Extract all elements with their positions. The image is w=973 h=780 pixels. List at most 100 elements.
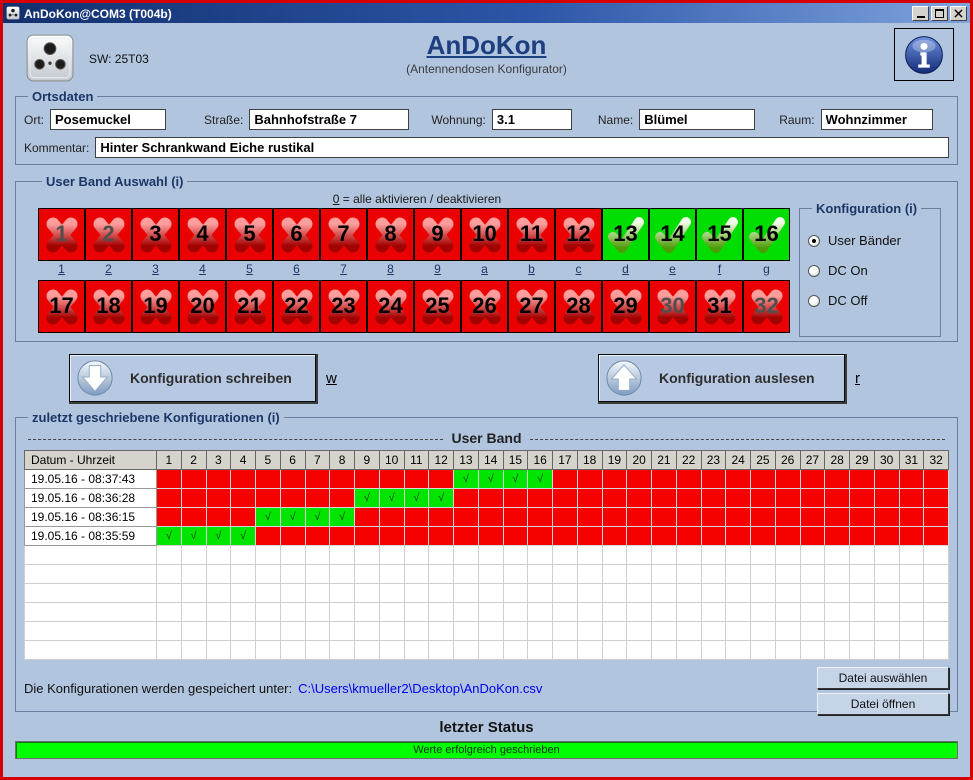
userband-button-number: 18 [86, 294, 131, 316]
userband-button-31[interactable]: 31 [696, 280, 743, 333]
empty-cell [899, 565, 924, 584]
name-field[interactable] [639, 109, 755, 130]
userband-button-7[interactable]: 7 [320, 208, 367, 261]
configuration-history-table: Datum - Uhrzeit1234567891011121314151617… [24, 450, 949, 660]
wohnung-field[interactable] [492, 109, 572, 130]
empty-cell [454, 603, 479, 622]
empty-cell [874, 622, 899, 641]
userband-button-8[interactable]: 8 [367, 208, 414, 261]
strasse-field[interactable] [249, 109, 409, 130]
userband-button-30[interactable]: 30 [649, 280, 696, 333]
band-cell-inactive [429, 508, 454, 527]
userband-button-19[interactable]: 19 [132, 280, 179, 333]
radio-option-dc-off[interactable]: DC Off [808, 293, 932, 308]
userband-button-9[interactable]: 9 [414, 208, 461, 261]
userband-button-number: 11 [509, 222, 554, 244]
userband-button-27[interactable]: 27 [508, 280, 555, 333]
userband-button-2[interactable]: 2 [85, 208, 132, 261]
userband-button-29[interactable]: 29 [602, 280, 649, 333]
userband-button-21[interactable]: 21 [226, 280, 273, 333]
band-cell-inactive [305, 489, 330, 508]
band-cell-inactive [602, 527, 627, 546]
userband-button-4[interactable]: 4 [179, 208, 226, 261]
radio-icon[interactable] [808, 265, 820, 277]
empty-cell [25, 584, 157, 603]
userband-button-28[interactable]: 28 [555, 280, 602, 333]
userband-button-20[interactable]: 20 [179, 280, 226, 333]
strasse-label: Straße: [204, 113, 243, 127]
column-header-6: 6 [280, 451, 305, 470]
userband-button-23[interactable]: 23 [320, 280, 367, 333]
userband-button-13[interactable]: 13 [602, 208, 649, 261]
empty-cell [503, 584, 528, 603]
userband-button-5[interactable]: 5 [226, 208, 273, 261]
history-datetime: 19.05.16 - 08:35:59 [25, 527, 157, 546]
title-bar: AnDoKon@COM3 (T004b) [3, 3, 970, 23]
empty-cell [553, 584, 578, 603]
empty-cell [726, 584, 751, 603]
empty-cell [503, 641, 528, 660]
radio-icon[interactable] [808, 295, 820, 307]
band-cell-active: √ [330, 508, 355, 527]
band-cell-inactive [503, 508, 528, 527]
empty-cell [652, 641, 677, 660]
userband-button-17[interactable]: 17 [38, 280, 85, 333]
radio-option-dc-on[interactable]: DC On [808, 263, 932, 278]
kommentar-field[interactable] [95, 137, 949, 158]
ortsdaten-legend: Ortsdaten [28, 89, 97, 104]
userband-button-number: 32 [744, 294, 789, 316]
userband-button-16[interactable]: 16 [743, 208, 790, 261]
userband-row-2: 17181920212223242526272829303132 [38, 280, 796, 333]
read-configuration-button[interactable]: Konfiguration auslesen [598, 354, 845, 402]
band-cell-inactive [800, 508, 825, 527]
userband-button-12[interactable]: 12 [555, 208, 602, 261]
empty-cell [676, 584, 701, 603]
band-cell-inactive [627, 527, 652, 546]
radio-icon[interactable] [808, 235, 820, 247]
band-cell-inactive [528, 527, 553, 546]
empty-cell [231, 565, 256, 584]
band-cell-inactive [775, 489, 800, 508]
write-configuration-label: Konfiguration schreiben [130, 370, 292, 386]
userband-button-24[interactable]: 24 [367, 280, 414, 333]
empty-cell [305, 584, 330, 603]
column-header-3: 3 [206, 451, 231, 470]
select-file-button[interactable]: Datei auswählen [817, 667, 949, 689]
radio-option-user-b-nder[interactable]: User Bänder [808, 233, 932, 248]
userband-row-1: 12345678910111213141516 [38, 208, 796, 261]
userband-button-18[interactable]: 18 [85, 280, 132, 333]
maximize-button[interactable] [931, 6, 948, 21]
userband-button-10[interactable]: 10 [461, 208, 508, 261]
empty-cell [256, 622, 281, 641]
band-cell-inactive [652, 508, 677, 527]
empty-cell [429, 641, 454, 660]
info-button[interactable] [894, 28, 954, 81]
userband-button-1[interactable]: 1 [38, 208, 85, 261]
open-file-button[interactable]: Datei öffnen [817, 693, 949, 715]
userband-button-22[interactable]: 22 [273, 280, 320, 333]
empty-cell [899, 641, 924, 660]
userband-button-32[interactable]: 32 [743, 280, 790, 333]
userband-button-11[interactable]: 11 [508, 208, 555, 261]
band-cell-inactive [454, 508, 479, 527]
column-header-18: 18 [577, 451, 602, 470]
userband-button-25[interactable]: 25 [414, 280, 461, 333]
column-header-25: 25 [751, 451, 776, 470]
write-configuration-button[interactable]: Konfiguration schreiben [69, 354, 316, 402]
empty-cell [924, 546, 949, 565]
empty-cell [553, 641, 578, 660]
ort-field[interactable] [50, 109, 166, 130]
userband-button-6[interactable]: 6 [273, 208, 320, 261]
empty-cell [355, 622, 380, 641]
userband-button-14[interactable]: 14 [649, 208, 696, 261]
close-button[interactable] [950, 6, 967, 21]
band-cell-inactive [676, 489, 701, 508]
file-path-link[interactable]: C:\Users\kmueller2\Desktop\AnDoKon.csv [298, 681, 542, 696]
userband-button-15[interactable]: 15 [696, 208, 743, 261]
userband-button-3[interactable]: 3 [132, 208, 179, 261]
userband-button-26[interactable]: 26 [461, 280, 508, 333]
raum-field[interactable] [821, 109, 933, 130]
userband-button-number: 7 [321, 222, 366, 244]
minimize-button[interactable] [912, 6, 929, 21]
band-cell-active: √ [404, 489, 429, 508]
